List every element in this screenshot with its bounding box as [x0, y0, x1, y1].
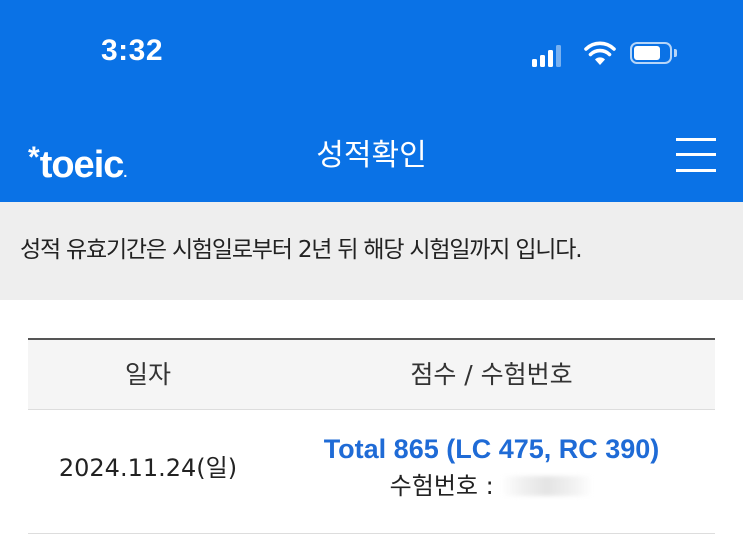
table-row: 2024.11.24(일) Total 865 (LC 475, RC 390)… [28, 410, 715, 534]
column-header-date: 일자 [124, 360, 171, 389]
status-bar-time: 3:32 [101, 34, 164, 67]
score-cell: Total 865 (LC 475, RC 390) 수험번호 : [268, 432, 715, 502]
page-title: 성적확인 [316, 138, 427, 173]
score-table: 일자 점수 / 수험번호 2024.11.24(일) Total 865 (LC… [28, 338, 715, 534]
exam-number-masked [501, 476, 594, 496]
battery-icon [630, 42, 678, 66]
exam-date: 2024.11.24(일) [58, 454, 238, 482]
total-score-link[interactable]: Total 865 (LC 475, RC 390) [268, 432, 715, 466]
wifi-icon [584, 40, 616, 66]
exam-number-line: 수험번호 : [268, 470, 715, 502]
notice-text: 성적 유효기간은 시험일로부터 2년 뒤 해당 시험일까지 입니다. [20, 237, 583, 263]
hamburger-menu-icon[interactable] [676, 136, 716, 174]
validity-notice: 성적 유효기간은 시험일로부터 2년 뒤 해당 시험일까지 입니다. [0, 202, 743, 300]
column-header-score: 점수 / 수험번호 [410, 360, 573, 389]
table-header: 일자 점수 / 수험번호 [28, 338, 715, 410]
exam-number-label: 수험번호 : [389, 472, 502, 500]
app-header: 3:32 *toeic. 성적확인 [0, 0, 743, 202]
cellular-signal-icon [532, 45, 566, 67]
